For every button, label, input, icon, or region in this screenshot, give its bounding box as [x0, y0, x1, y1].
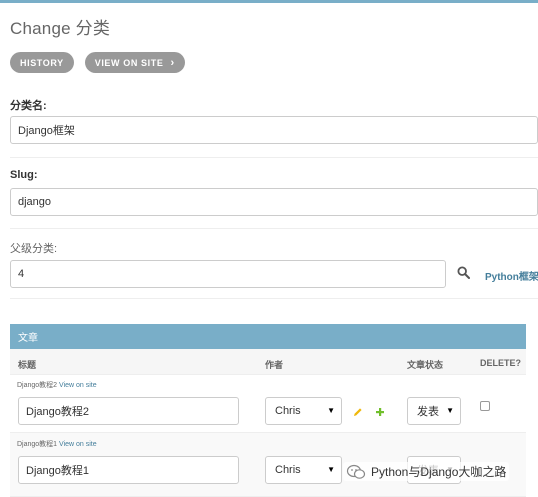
- chevron-right-icon: ›: [170, 56, 175, 69]
- view-on-site-button[interactable]: VIEW ON SITE ›: [84, 52, 185, 73]
- view-on-site-link[interactable]: View on site: [59, 441, 97, 448]
- inline-title: 文章: [18, 333, 38, 344]
- parent-label: 父级分类:: [10, 243, 58, 255]
- name-label: 分类名:: [10, 100, 47, 112]
- column-header-author: 作者: [265, 360, 284, 370]
- inline-original: Django教程2 View on site: [17, 380, 97, 390]
- parent-lookup-text: Python框架: [485, 272, 538, 283]
- author-select[interactable]: Chris ▼: [265, 456, 342, 484]
- author-select[interactable]: Chris ▼: [265, 397, 342, 425]
- view-on-site-link[interactable]: View on site: [59, 382, 97, 389]
- object-tools: HISTORY VIEW ON SITE ›: [10, 52, 185, 73]
- chevron-down-icon: ▼: [327, 465, 335, 474]
- inline-original: Django教程1 View on site: [17, 439, 97, 449]
- search-icon[interactable]: [457, 266, 470, 279]
- row-divider: [10, 228, 538, 229]
- author-selected: Chris: [275, 405, 301, 417]
- history-button[interactable]: HISTORY: [10, 52, 74, 73]
- status-select[interactable]: 发表 ▼: [407, 397, 461, 425]
- inline-header: 文章: [10, 324, 526, 349]
- watermark: Python与Django大咖之路: [343, 462, 510, 481]
- column-header-status: 文章状态: [407, 360, 444, 370]
- original-title: Django教程2: [17, 382, 58, 389]
- chevron-down-icon: ▼: [327, 406, 335, 415]
- pencil-icon[interactable]: [353, 407, 363, 417]
- column-header-delete: DELETE?: [480, 358, 522, 368]
- page-title: Change 分类: [10, 19, 111, 38]
- author-selected: Chris: [275, 464, 301, 476]
- plus-icon[interactable]: [375, 407, 385, 417]
- title-input[interactable]: Django教程1: [18, 456, 239, 484]
- chevron-down-icon: ▼: [446, 406, 454, 415]
- watermark-text: Python与Django大咖之路: [371, 465, 507, 479]
- top-accent-bar: [0, 0, 538, 3]
- chat-bubble-icon: [346, 464, 366, 479]
- inline-row: Django教程2 View on site Django教程2 Chris ▼…: [10, 375, 526, 433]
- title-input[interactable]: Django教程2: [18, 397, 239, 425]
- column-header-title: 标题: [18, 360, 37, 370]
- row-divider: [10, 157, 538, 158]
- delete-checkbox[interactable]: [480, 401, 490, 411]
- status-selected: 发表: [417, 406, 439, 418]
- slug-label: Slug:: [10, 169, 38, 181]
- slug-input[interactable]: django: [10, 188, 538, 216]
- name-input[interactable]: Django框架: [10, 116, 538, 144]
- inline-column-headers: 标题 作者 文章状态 DELETE?: [10, 349, 526, 375]
- original-title: Django教程1: [17, 441, 58, 448]
- row-divider: [10, 298, 538, 299]
- view-on-site-label: VIEW ON SITE: [94, 57, 164, 68]
- parent-id-input[interactable]: 4: [10, 260, 446, 288]
- history-label: HISTORY: [20, 57, 64, 68]
